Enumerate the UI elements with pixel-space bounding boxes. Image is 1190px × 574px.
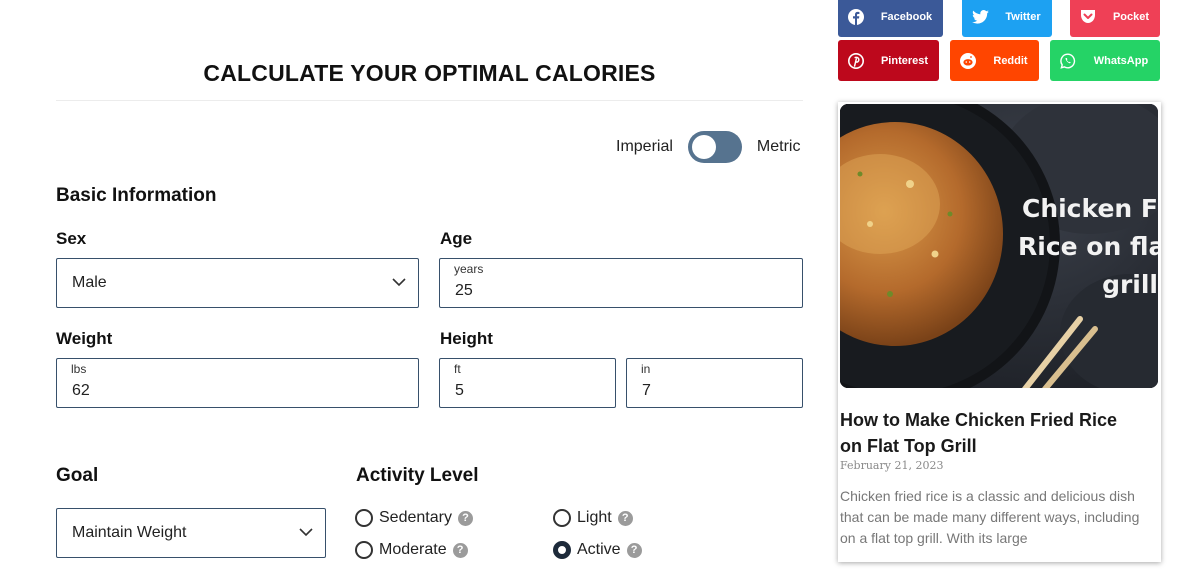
- help-icon[interactable]: ?: [457, 510, 473, 526]
- share-facebook-button[interactable]: Facebook: [838, 0, 943, 37]
- sex-label: Sex: [56, 229, 87, 248]
- twitter-icon: [962, 0, 998, 37]
- weight-input[interactable]: lbs 62: [56, 358, 419, 408]
- sex-select[interactable]: Male: [56, 258, 419, 308]
- units-switch[interactable]: [687, 131, 742, 163]
- share-twitter-button[interactable]: Twitter: [962, 0, 1052, 37]
- activity-option-moderate[interactable]: Moderate ?: [355, 541, 468, 559]
- pinterest-icon: [838, 40, 874, 81]
- help-icon[interactable]: ?: [626, 542, 642, 558]
- radio-button[interactable]: [355, 541, 373, 559]
- share-label: Pocket: [1112, 10, 1150, 23]
- units-toggle: Imperial Metric: [616, 131, 800, 163]
- share-label: Facebook: [880, 10, 933, 23]
- overlay-line: Rice on fla: [1018, 232, 1158, 261]
- radio-button[interactable]: [355, 509, 373, 527]
- goal-select[interactable]: Maintain Weight: [56, 508, 326, 558]
- activity-option-label: Light: [577, 509, 612, 526]
- activity-level-label: Activity Level: [356, 465, 479, 486]
- article-image[interactable]: Chicken F Rice on fla grill: [840, 104, 1158, 388]
- activity-option-label: Moderate: [379, 541, 447, 558]
- overlay-line: Chicken F: [1021, 194, 1158, 223]
- height-label: Height: [440, 329, 493, 348]
- height-in-unit: in: [641, 362, 651, 376]
- facebook-icon: [838, 0, 874, 37]
- share-label: WhatsApp: [1093, 54, 1149, 67]
- height-ft-value: 5: [455, 382, 464, 399]
- share-whatsapp-button[interactable]: WhatsApp: [1050, 40, 1160, 81]
- activity-option-label: Sedentary: [379, 509, 452, 526]
- switch-knob: [691, 135, 716, 159]
- reddit-icon: [950, 40, 986, 81]
- age-value: 25: [455, 282, 473, 299]
- article-excerpt: Chicken fried rice is a classic and deli…: [840, 488, 1140, 546]
- help-icon[interactable]: ?: [452, 542, 468, 558]
- article-date: February 21, 2023: [840, 459, 944, 472]
- age-unit: years: [454, 262, 484, 276]
- image-overlay-text: Chicken F Rice on fla grill: [1018, 190, 1158, 304]
- height-in-input[interactable]: in 7: [626, 358, 803, 408]
- share-reddit-button[interactable]: Reddit: [950, 40, 1039, 81]
- goal-label: Goal: [56, 465, 99, 486]
- calculator-title: CALCULATE YOUR OPTIMAL CALORIES: [203, 60, 656, 86]
- pocket-icon: [1070, 0, 1106, 37]
- activity-option-active[interactable]: Active ?: [553, 541, 642, 559]
- imperial-label[interactable]: Imperial: [616, 138, 673, 156]
- weight-value: 62: [72, 382, 90, 399]
- activity-option-label: Active: [577, 541, 621, 558]
- weight-unit: lbs: [71, 362, 87, 376]
- share-pocket-button[interactable]: Pocket: [1070, 0, 1160, 37]
- article-title[interactable]: How to Make Chicken Fried Rice on Flat T…: [840, 407, 1140, 459]
- help-icon[interactable]: ?: [617, 510, 633, 526]
- chevron-down-icon: [299, 528, 313, 537]
- share-pinterest-button[interactable]: Pinterest: [838, 40, 939, 81]
- activity-option-light[interactable]: Light ?: [553, 509, 633, 527]
- share-label: Twitter: [1005, 10, 1041, 23]
- height-ft-input[interactable]: ft 5: [439, 358, 616, 408]
- share-label: Pinterest: [880, 54, 929, 67]
- goal-value: Maintain Weight: [72, 524, 187, 541]
- height-ft-unit: ft: [454, 362, 461, 376]
- age-label: Age: [440, 229, 473, 248]
- height-in-value: 7: [642, 382, 651, 399]
- radio-button-checked[interactable]: [553, 541, 571, 559]
- activity-option-sedentary[interactable]: Sedentary ?: [355, 509, 473, 527]
- whatsapp-icon: [1050, 40, 1086, 81]
- age-input[interactable]: years 25: [439, 258, 803, 308]
- chevron-down-icon: [392, 278, 406, 287]
- radio-button[interactable]: [553, 509, 571, 527]
- article-card[interactable]: Chicken F Rice on fla grill How to Make …: [838, 102, 1161, 562]
- sex-value: Male: [72, 274, 107, 291]
- metric-label[interactable]: Metric: [757, 138, 801, 156]
- share-label: Reddit: [993, 54, 1028, 67]
- weight-label: Weight: [56, 329, 113, 348]
- title-divider: [56, 100, 803, 101]
- basic-information-heading: Basic Information: [56, 185, 217, 206]
- overlay-line: grill: [1102, 270, 1158, 299]
